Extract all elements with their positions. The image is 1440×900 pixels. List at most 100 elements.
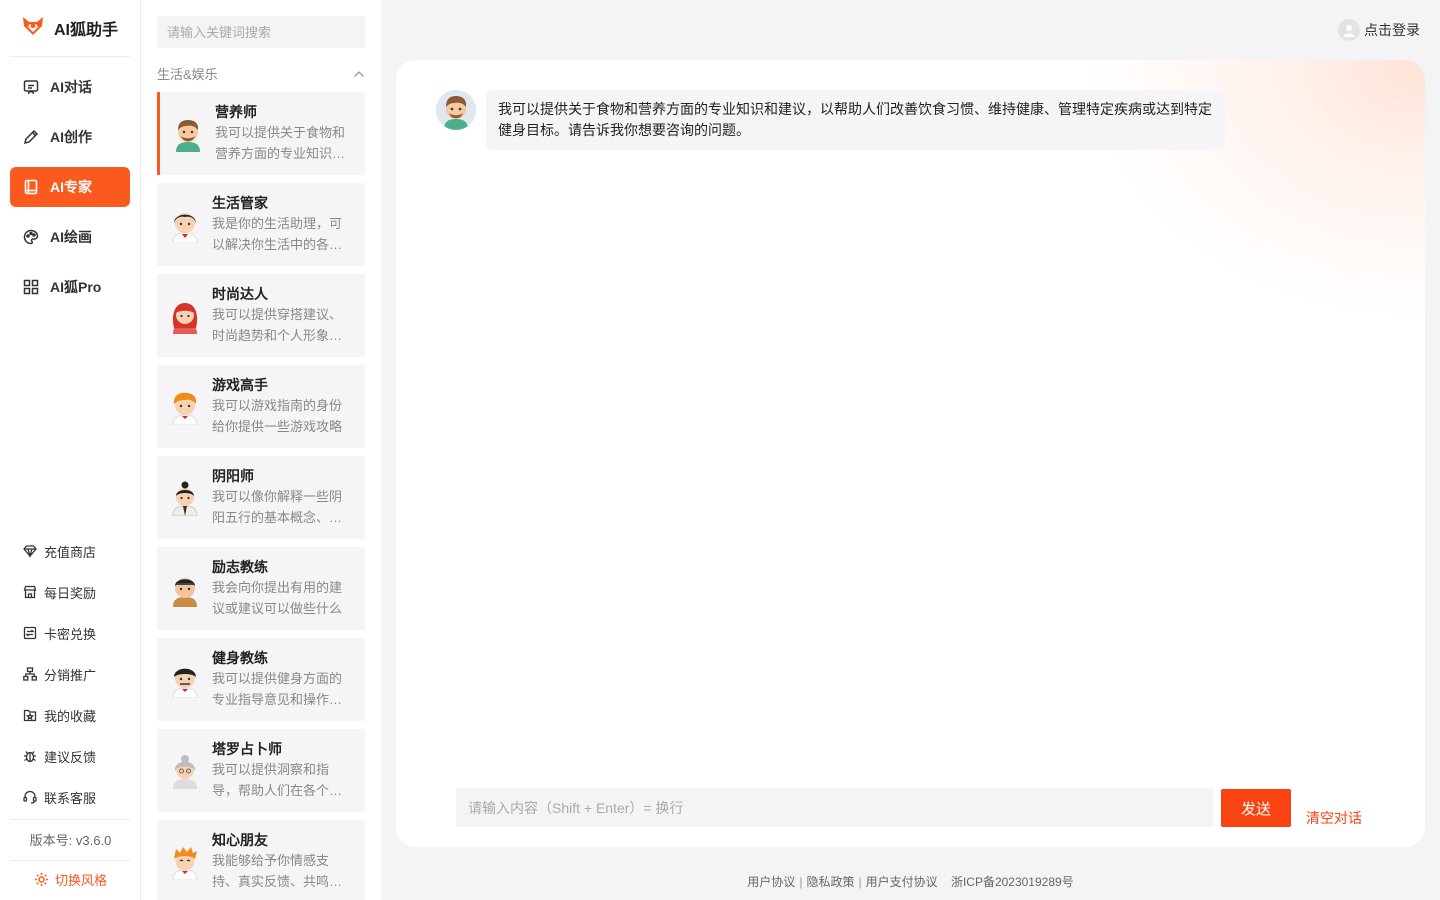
expert-name: 游戏高手 [212,377,268,393]
fashion-avatar [157,274,212,357]
expert-desc: 我可以提供洞察和指导，帮助人们在各个方面 [212,762,343,798]
separator: | [858,875,862,889]
pen-icon [22,128,40,146]
expert-name: 塔罗占卜师 [212,741,282,757]
icp-record[interactable]: 浙ICP备2023019289号 [951,875,1074,889]
menu-label: AI专家 [50,179,92,195]
butler-avatar [157,183,212,266]
link-label: 分销推广 [44,667,97,683]
expert-avatar [436,90,476,130]
chevron-up-icon [353,66,365,81]
theme-icon [34,872,49,887]
headset-icon [22,789,38,805]
link-feedback[interactable]: 建议反馈 [22,746,96,766]
fitness-avatar [157,638,212,721]
expert-desc: 我可以游戏指南的身份给你提供一些游戏攻略 [212,398,343,434]
login-button[interactable]: 点击登录 [1338,18,1420,42]
bug-icon [22,748,38,764]
clear-chat-button[interactable]: 清空对话 [1306,808,1362,828]
version-label: 版本号: v3.6.0 [29,833,112,848]
menu-item-ai-draw[interactable]: AI绘画 [10,217,130,257]
menu-item-ai-pro[interactable]: AI狐Pro [10,267,130,307]
footer-link-payment-agreement[interactable]: 用户支付协议 [866,875,938,889]
brand-name: AI狐助手 [54,22,119,39]
expert-desc: 我可以提供关于食物和营养方面的专业知识和建议 [215,125,346,161]
search-input[interactable] [157,16,365,48]
left-navigation: AI狐助手 AI对话 AI创作 AI专家 AI绘画 AI狐Pro 充值商店 每日… [0,0,141,900]
link-card-exchange[interactable]: 卡密兑换 [22,623,96,643]
expert-name: 励志教练 [212,559,268,575]
expert-name: 生活管家 [212,195,268,211]
category-label: 生活&娱乐 [157,66,218,82]
menu-item-ai-expert[interactable]: AI专家 [10,167,130,207]
footer-link-privacy-policy[interactable]: 隐私政策 [806,875,854,889]
menu-label: AI对话 [50,79,92,95]
fox-logo-icon [10,16,44,41]
expert-card[interactable]: 励志教练 我会向你提出有用的建议或建议可以做些什么 [157,547,365,630]
expert-list-panel: 生活&娱乐 营养师 我可以提供关于食物和营养方面的专业知识和建议 生活管家 我是… [141,0,381,900]
link-label: 建议反馈 [44,749,97,765]
link-distribution[interactable]: 分销推广 [22,664,96,684]
brand[interactable]: AI狐助手 [10,0,130,57]
gamer-avatar [157,365,212,448]
divider [10,860,130,861]
menu-item-ai-create[interactable]: AI创作 [10,117,130,157]
menu-label: AI创作 [50,129,92,145]
diamond-icon [22,543,38,559]
expert-name: 时尚达人 [212,286,268,302]
expert-card[interactable]: 阴阳师 我可以像你解释一些阴阳五行的基本概念、原理 [157,456,365,539]
exchange-icon [22,625,38,641]
expert-desc: 我可以提供穿搭建议、时尚趋势和个人形象建议 [212,307,343,343]
login-label: 点击登录 [1364,22,1420,38]
expert-desc: 我是你的生活助理，可以解决你生活中的各种问题 [212,216,343,252]
chat-input[interactable] [456,788,1213,827]
expert-desc: 我能够给予你情感支持、真实反馈、共鸣和理解 [212,853,343,889]
grid-icon [22,278,40,296]
user-avatar-icon [1338,19,1360,41]
nutritionist-avatar [160,92,215,175]
star-folder-icon [22,707,38,723]
assistant-message: 我可以提供关于食物和营养方面的专业知识和建议，以帮助人们改善饮食习惯、维持健康、… [486,90,1225,150]
expert-desc: 我可以像你解释一些阴阳五行的基本概念、原理 [212,489,343,525]
link-customer-service[interactable]: 联系客服 [22,787,96,807]
chat-panel: 我可以提供关于食物和营养方面的专业知识和建议，以帮助人们改善饮食习惯、维持健康、… [396,60,1425,847]
footer-link-user-agreement[interactable]: 用户协议 [747,875,795,889]
expert-card[interactable]: 时尚达人 我可以提供穿搭建议、时尚趋势和个人形象建议 [157,274,365,357]
store-icon [22,584,38,600]
link-recharge-store[interactable]: 充值商店 [22,541,96,561]
link-daily-reward[interactable]: 每日奖励 [22,582,96,602]
expert-name: 知心朋友 [212,832,268,848]
send-button[interactable]: 发送 [1221,789,1291,827]
theme-switch-button[interactable]: 切换风格 [0,870,141,889]
menu-label: AI狐Pro [50,279,102,295]
theme-switch-label: 切换风格 [54,873,107,888]
expert-card[interactable]: 营养师 我可以提供关于食物和营养方面的专业知识和建议 [157,92,365,175]
chat-icon [22,78,40,96]
book-icon [22,178,40,196]
expert-card[interactable]: 生活管家 我是你的生活助理，可以解决你生活中的各种问题 [157,183,365,266]
category-header[interactable]: 生活&娱乐 [157,64,365,82]
expert-card[interactable]: 知心朋友 我能够给予你情感支持、真实反馈、共鸣和理解 [157,820,365,900]
expert-card[interactable]: 游戏高手 我可以游戏指南的身份给你提供一些游戏攻略 [157,365,365,448]
menu-label: AI绘画 [50,229,92,245]
expert-desc: 我可以提供健身方面的专业指导意见和操作方法 [212,671,343,707]
palette-icon [22,228,40,246]
expert-card[interactable]: 健身教练 我可以提供健身方面的专业指导意见和操作方法 [157,638,365,721]
footer: 用户协议 | 隐私政策 | 用户支付协议 浙ICP备2023019289号 [396,873,1425,890]
separator: | [799,875,803,889]
expert-card[interactable]: 塔罗占卜师 我可以提供洞察和指导，帮助人们在各个方面 [157,729,365,812]
divider [10,819,130,820]
expert-name: 阴阳师 [212,468,254,484]
menu-item-ai-chat[interactable]: AI对话 [10,67,130,107]
coach-avatar [157,547,212,630]
expert-name: 健身教练 [212,650,268,666]
link-label: 联系客服 [44,790,97,806]
tarot-avatar [157,729,212,812]
link-my-favorites[interactable]: 我的收藏 [22,705,96,725]
friend-avatar [157,820,212,900]
link-label: 卡密兑换 [44,626,97,642]
expert-name: 营养师 [215,104,257,120]
expert-desc: 我会向你提出有用的建议或建议可以做些什么 [212,580,343,616]
link-label: 充值商店 [44,544,97,560]
link-label: 我的收藏 [44,708,97,724]
